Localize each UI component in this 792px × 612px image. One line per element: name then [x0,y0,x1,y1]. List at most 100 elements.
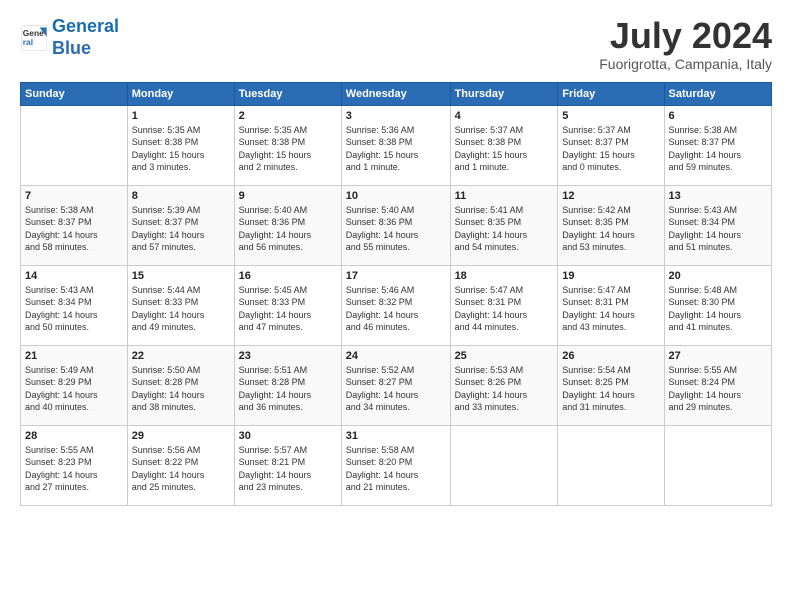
col-wednesday: Wednesday [341,82,450,105]
col-friday: Friday [558,82,664,105]
day-number: 12 [562,190,659,202]
calendar-cell: 23 Sunrise: 5:51 AM Sunset: 8:28 PM Dayli… [234,345,341,425]
day-number: 3 [346,110,446,122]
day-info: Sunrise: 5:52 AM Sunset: 8:27 PM Dayligh… [346,364,446,414]
day-info: Sunrise: 5:53 AM Sunset: 8:26 PM Dayligh… [455,364,554,414]
calendar-cell: 10 Sunrise: 5:40 AM Sunset: 8:36 PM Dayli… [341,185,450,265]
calendar-cell: 3 Sunrise: 5:36 AM Sunset: 8:38 PM Daylig… [341,105,450,185]
calendar-cell: 14 Sunrise: 5:43 AM Sunset: 8:34 PM Dayli… [21,265,128,345]
day-info: Sunrise: 5:43 AM Sunset: 8:34 PM Dayligh… [25,284,123,334]
calendar-cell: 9Sunrise: 5:40 AM Sunset: 8:36 PM Daylig… [234,185,341,265]
day-number: 7 [25,190,123,202]
day-info: Sunrise: 5:37 AM Sunset: 8:37 PM Dayligh… [562,124,659,174]
day-number: 17 [346,270,446,282]
day-info: Sunrise: 5:55 AM Sunset: 8:24 PM Dayligh… [669,364,767,414]
col-thursday: Thursday [450,82,558,105]
calendar-cell: 30 Sunrise: 5:57 AM Sunset: 8:21 PM Dayli… [234,425,341,505]
location: Fuorigrotta, Campania, Italy [599,56,772,72]
week-row-2: 7 Sunrise: 5:38 AM Sunset: 8:37 PM Daylig… [21,185,772,265]
day-info: Sunrise: 5:39 AM Sunset: 8:37 PM Dayligh… [132,204,230,254]
day-info: Sunrise: 5:42 AM Sunset: 8:35 PM Dayligh… [562,204,659,254]
day-number: 10 [346,190,446,202]
calendar-cell: 28Sunrise: 5:55 AM Sunset: 8:23 PM Dayli… [21,425,128,505]
calendar-cell: 1Sunrise: 5:35 AM Sunset: 8:38 PM Daylig… [127,105,234,185]
logo-line2: Blue [52,38,91,58]
week-row-1: 1Sunrise: 5:35 AM Sunset: 8:38 PM Daylig… [21,105,772,185]
day-number: 11 [455,190,554,202]
calendar-cell: 31Sunrise: 5:58 AM Sunset: 8:20 PM Dayli… [341,425,450,505]
day-number: 24 [346,350,446,362]
day-info: Sunrise: 5:48 AM Sunset: 8:30 PM Dayligh… [669,284,767,334]
day-info: Sunrise: 5:57 AM Sunset: 8:21 PM Dayligh… [239,444,337,494]
day-info: Sunrise: 5:38 AM Sunset: 8:37 PM Dayligh… [669,124,767,174]
day-number: 6 [669,110,767,122]
day-info: Sunrise: 5:45 AM Sunset: 8:33 PM Dayligh… [239,284,337,334]
day-number: 18 [455,270,554,282]
day-info: Sunrise: 5:56 AM Sunset: 8:22 PM Dayligh… [132,444,230,494]
day-number: 9 [239,190,337,202]
calendar-cell: 6 Sunrise: 5:38 AM Sunset: 8:37 PM Daylig… [664,105,771,185]
day-info: Sunrise: 5:54 AM Sunset: 8:25 PM Dayligh… [562,364,659,414]
day-number: 5 [562,110,659,122]
svg-text:ral: ral [23,37,33,47]
day-info: Sunrise: 5:49 AM Sunset: 8:29 PM Dayligh… [25,364,123,414]
day-number: 28 [25,430,123,442]
calendar-cell: 22Sunrise: 5:50 AM Sunset: 8:28 PM Dayli… [127,345,234,425]
logo-text: General Blue [52,16,119,59]
day-info: Sunrise: 5:47 AM Sunset: 8:31 PM Dayligh… [562,284,659,334]
day-info: Sunrise: 5:36 AM Sunset: 8:38 PM Dayligh… [346,124,446,174]
calendar-cell: 16 Sunrise: 5:45 AM Sunset: 8:33 PM Dayli… [234,265,341,345]
day-info: Sunrise: 5:47 AM Sunset: 8:31 PM Dayligh… [455,284,554,334]
day-number: 15 [132,270,230,282]
day-number: 26 [562,350,659,362]
title-block: July 2024 Fuorigrotta, Campania, Italy [599,16,772,72]
header: Gene ral General Blue July 2024 Fuorigro… [20,16,772,72]
week-row-3: 14 Sunrise: 5:43 AM Sunset: 8:34 PM Dayli… [21,265,772,345]
week-row-5: 28Sunrise: 5:55 AM Sunset: 8:23 PM Dayli… [21,425,772,505]
col-monday: Monday [127,82,234,105]
col-tuesday: Tuesday [234,82,341,105]
day-number: 25 [455,350,554,362]
calendar-cell: 2Sunrise: 5:35 AM Sunset: 8:38 PM Daylig… [234,105,341,185]
day-number: 16 [239,270,337,282]
logo-icon: Gene ral [20,24,48,52]
calendar-cell [664,425,771,505]
calendar-cell: 15 Sunrise: 5:44 AM Sunset: 8:33 PM Dayli… [127,265,234,345]
day-info: Sunrise: 5:40 AM Sunset: 8:36 PM Dayligh… [346,204,446,254]
day-number: 27 [669,350,767,362]
calendar-cell: 18 Sunrise: 5:47 AM Sunset: 8:31 PM Dayli… [450,265,558,345]
day-number: 13 [669,190,767,202]
calendar-cell: 17Sunrise: 5:46 AM Sunset: 8:32 PM Dayli… [341,265,450,345]
calendar-cell [21,105,128,185]
day-info: Sunrise: 5:43 AM Sunset: 8:34 PM Dayligh… [669,204,767,254]
week-row-4: 21Sunrise: 5:49 AM Sunset: 8:29 PM Dayli… [21,345,772,425]
day-number: 14 [25,270,123,282]
day-number: 31 [346,430,446,442]
page: Gene ral General Blue July 2024 Fuorigro… [0,0,792,612]
calendar-cell: 29Sunrise: 5:56 AM Sunset: 8:22 PM Dayli… [127,425,234,505]
calendar-cell [450,425,558,505]
day-info: Sunrise: 5:38 AM Sunset: 8:37 PM Dayligh… [25,204,123,254]
day-info: Sunrise: 5:50 AM Sunset: 8:28 PM Dayligh… [132,364,230,414]
day-number: 2 [239,110,337,122]
calendar-cell: 25 Sunrise: 5:53 AM Sunset: 8:26 PM Dayli… [450,345,558,425]
day-number: 30 [239,430,337,442]
calendar-cell: 24 Sunrise: 5:52 AM Sunset: 8:27 PM Dayli… [341,345,450,425]
calendar-cell: 13 Sunrise: 5:43 AM Sunset: 8:34 PM Dayli… [664,185,771,265]
calendar-cell: 12 Sunrise: 5:42 AM Sunset: 8:35 PM Dayli… [558,185,664,265]
calendar-table: Sunday Monday Tuesday Wednesday Thursday… [20,82,772,506]
logo-line1: General [52,16,119,36]
day-number: 1 [132,110,230,122]
logo: Gene ral General Blue [20,16,119,59]
calendar-cell: 8 Sunrise: 5:39 AM Sunset: 8:37 PM Daylig… [127,185,234,265]
calendar-cell: 20Sunrise: 5:48 AM Sunset: 8:30 PM Dayli… [664,265,771,345]
calendar-cell: 27 Sunrise: 5:55 AM Sunset: 8:24 PM Dayli… [664,345,771,425]
day-number: 23 [239,350,337,362]
calendar-cell: 21Sunrise: 5:49 AM Sunset: 8:29 PM Dayli… [21,345,128,425]
month-year: July 2024 [599,16,772,56]
col-sunday: Sunday [21,82,128,105]
day-info: Sunrise: 5:44 AM Sunset: 8:33 PM Dayligh… [132,284,230,334]
calendar-cell: 4Sunrise: 5:37 AM Sunset: 8:38 PM Daylig… [450,105,558,185]
day-number: 8 [132,190,230,202]
day-info: Sunrise: 5:51 AM Sunset: 8:28 PM Dayligh… [239,364,337,414]
